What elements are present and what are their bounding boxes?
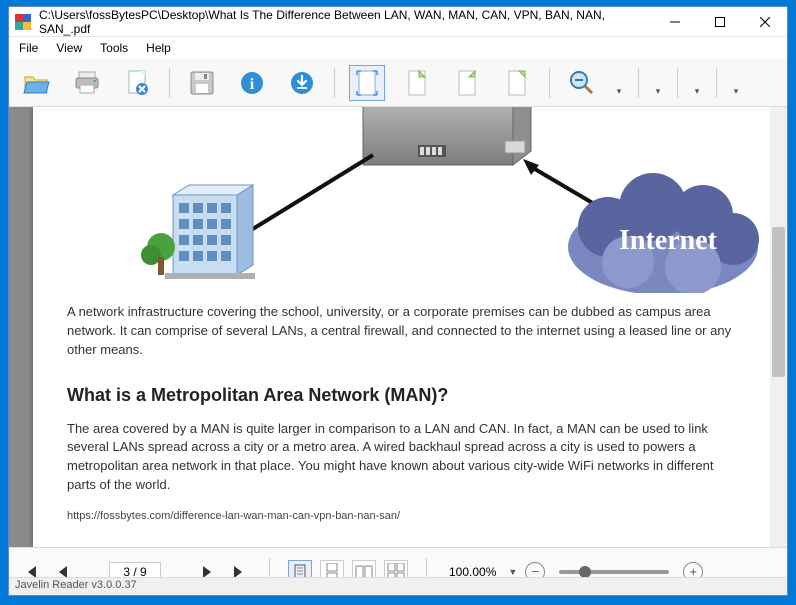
toolbar-separator [169,68,170,98]
page-footer-url: https://fossbytes.com/difference-lan-wan… [67,509,745,525]
titlebar: C:\Users\fossBytesPC\Desktop\What Is The… [9,7,787,37]
body-paragraph: A network infrastructure covering the sc… [67,303,745,360]
info-button[interactable]: i [234,65,270,101]
menu-view[interactable]: View [56,41,82,55]
maximize-button[interactable] [697,7,742,37]
toolbar-separator [638,68,639,98]
open-button[interactable] [19,65,55,101]
svg-text:i: i [250,76,255,93]
toolbar-dropdown[interactable]: ▾ [653,65,663,101]
app-window: C:\Users\fossBytesPC\Desktop\What Is The… [8,6,788,596]
window-title: C:\Users\fossBytesPC\Desktop\What Is The… [39,8,652,36]
zoom-slider-knob[interactable] [579,566,591,578]
app-icon [15,14,31,30]
remove-page-button[interactable] [119,65,155,101]
menu-help[interactable]: Help [146,41,171,55]
window-controls [652,7,787,37]
toolbar-dropdown[interactable]: ▾ [614,65,624,101]
toolbar-separator [677,68,678,98]
minimize-button[interactable] [652,7,697,37]
save-button[interactable] [184,65,220,101]
page-mode-button-1[interactable] [399,65,435,101]
toolbar-separator [549,68,550,98]
vertical-scrollbar[interactable] [770,107,787,547]
zoom-button[interactable] [564,65,600,101]
zoom-dropdown-icon[interactable]: ▼ [508,567,517,577]
toolbar: i ▾ ▾ ▾ ▾ [9,59,787,107]
page-mode-button-2[interactable] [449,65,485,101]
app-footer: Javelin Reader v3.0.0.37 [9,577,787,595]
pdf-page: Internet A network infrastructure coveri… [33,107,779,547]
print-button[interactable] [69,65,105,101]
section-heading: What is a Metropolitan Area Network (MAN… [67,382,745,408]
network-illustration: Internet [33,107,779,293]
menubar: File View Tools Help [9,37,787,59]
body-paragraph: The area covered by a MAN is quite large… [67,420,745,495]
download-button[interactable] [284,65,320,101]
internet-label: Internet [619,225,718,256]
page-content: A network infrastructure covering the sc… [33,303,779,547]
toolbar-dropdown[interactable]: ▾ [731,65,741,101]
fit-page-button[interactable] [349,65,385,101]
document-viewport[interactable]: Internet A network infrastructure coveri… [9,107,787,547]
menu-tools[interactable]: Tools [100,41,128,55]
menu-file[interactable]: File [19,41,38,55]
toolbar-separator [716,68,717,98]
zoom-slider[interactable] [559,570,669,574]
toolbar-separator [334,68,335,98]
scrollbar-thumb[interactable] [772,227,785,377]
close-button[interactable] [742,7,787,37]
toolbar-dropdown[interactable]: ▾ [692,65,702,101]
page-mode-button-3[interactable] [499,65,535,101]
